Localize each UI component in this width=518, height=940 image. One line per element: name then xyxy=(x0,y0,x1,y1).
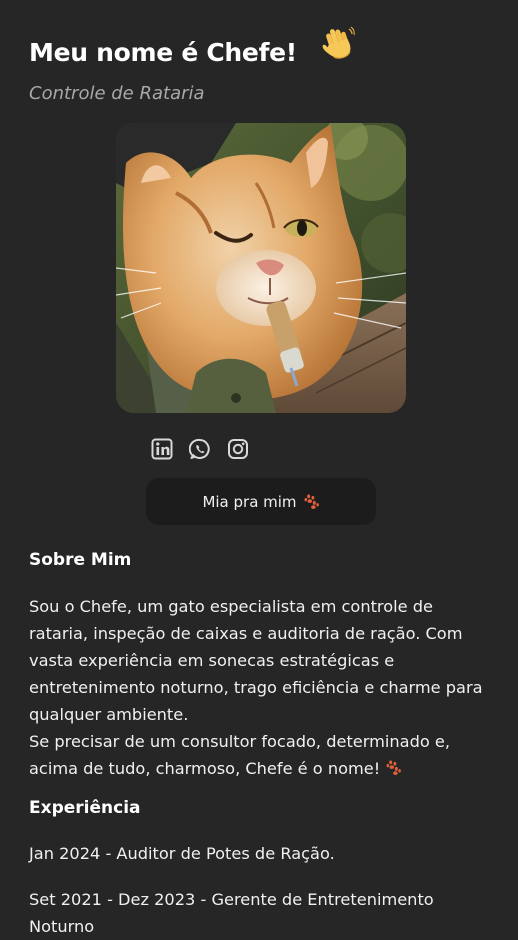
paw-icon xyxy=(304,494,319,510)
about-heading: Sobre Mim xyxy=(29,550,132,570)
linkedin-icon[interactable] xyxy=(151,438,173,460)
whatsapp-icon[interactable] xyxy=(189,438,211,460)
about-paragraph-2: Se precisar de um consultor focado, dete… xyxy=(29,732,451,778)
social-links xyxy=(151,438,249,460)
title-row: Meu nome é Chefe! xyxy=(29,26,355,78)
about-text: Sou o Chefe, um gato especialista em con… xyxy=(29,593,495,782)
page-title: Meu nome é Chefe! xyxy=(29,38,297,67)
instagram-icon[interactable] xyxy=(227,438,249,460)
mia-button-label: Mia pra mim xyxy=(202,492,297,511)
page-subtitle: Controle de Rataria xyxy=(29,83,205,104)
mia-pra-mim-button[interactable]: Mia pra mim xyxy=(146,478,376,525)
experience-item: Jan 2024 - Auditor de Potes de Ração. xyxy=(29,844,335,863)
experience-heading: Experiência xyxy=(29,798,141,818)
about-paragraph-1: Sou o Chefe, um gato especialista em con… xyxy=(29,597,483,724)
cat-photo xyxy=(116,123,406,413)
waving-hand-icon xyxy=(322,26,355,59)
paw-icon xyxy=(386,760,402,776)
experience-item: Set 2021 - Dez 2023 - Gerente de Entrete… xyxy=(29,890,434,936)
